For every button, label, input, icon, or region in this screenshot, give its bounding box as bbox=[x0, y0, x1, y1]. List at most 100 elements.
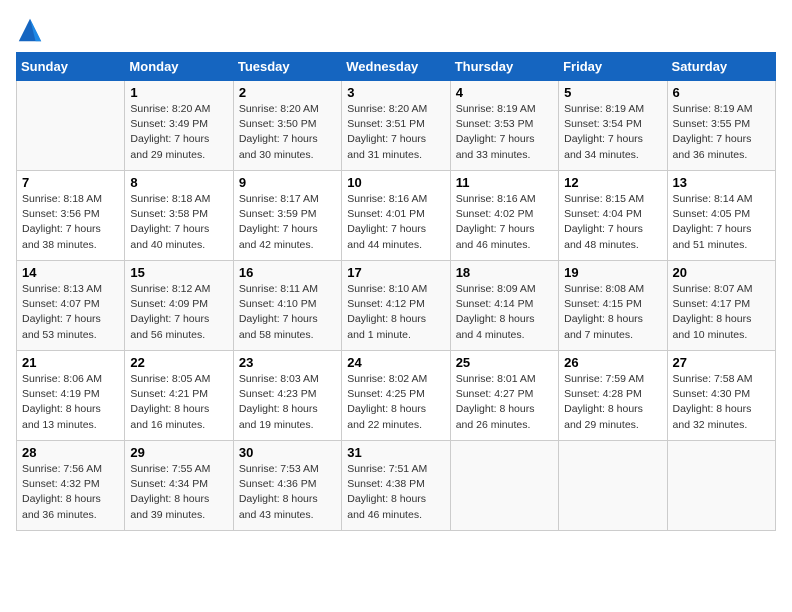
day-number: 13 bbox=[673, 175, 770, 190]
calendar-cell: 1Sunrise: 8:20 AM Sunset: 3:49 PM Daylig… bbox=[125, 81, 233, 171]
day-info: Sunrise: 8:18 AM Sunset: 3:58 PM Dayligh… bbox=[130, 192, 227, 253]
day-info: Sunrise: 7:59 AM Sunset: 4:28 PM Dayligh… bbox=[564, 372, 661, 433]
day-number: 9 bbox=[239, 175, 336, 190]
day-number: 14 bbox=[22, 265, 119, 280]
day-info: Sunrise: 7:53 AM Sunset: 4:36 PM Dayligh… bbox=[239, 462, 336, 523]
day-number: 26 bbox=[564, 355, 661, 370]
calendar-cell: 4 Sunrise: 8:19 AM Sunset: 3:53 PM Daylig… bbox=[450, 81, 558, 171]
calendar-cell: 20 Sunrise: 8:07 AM Sunset: 4:17 PM Dayli… bbox=[667, 261, 775, 351]
calendar-cell: 11 Sunrise: 8:16 AM Sunset: 4:02 PM Dayli… bbox=[450, 171, 558, 261]
calendar-cell: 24 Sunrise: 8:02 AM Sunset: 4:25 PM Dayli… bbox=[342, 351, 450, 441]
day-number: 15 bbox=[130, 265, 227, 280]
day-info: Sunrise: 8:16 AM Sunset: 4:02 PM Dayligh… bbox=[456, 192, 553, 253]
day-number: 29 bbox=[130, 445, 227, 460]
calendar-cell: 19 Sunrise: 8:08 AM Sunset: 4:15 PM Dayli… bbox=[559, 261, 667, 351]
calendar-cell: 25 Sunrise: 8:01 AM Sunset: 4:27 PM Dayli… bbox=[450, 351, 558, 441]
calendar-cell: 5 Sunrise: 8:19 AM Sunset: 3:54 PM Daylig… bbox=[559, 81, 667, 171]
calendar-cell: 31Sunrise: 7:51 AM Sunset: 4:38 PM Dayli… bbox=[342, 441, 450, 531]
day-number: 25 bbox=[456, 355, 553, 370]
calendar-cell: 26 Sunrise: 7:59 AM Sunset: 4:28 PM Dayli… bbox=[559, 351, 667, 441]
calendar-cell: 8 Sunrise: 8:18 AM Sunset: 3:58 PM Daylig… bbox=[125, 171, 233, 261]
logo bbox=[16, 16, 48, 44]
calendar-cell: 22Sunrise: 8:05 AM Sunset: 4:21 PM Dayli… bbox=[125, 351, 233, 441]
day-info: Sunrise: 7:55 AM Sunset: 4:34 PM Dayligh… bbox=[130, 462, 227, 523]
day-number: 17 bbox=[347, 265, 444, 280]
header-day-wednesday: Wednesday bbox=[342, 53, 450, 81]
calendar-cell: 27Sunrise: 7:58 AM Sunset: 4:30 PM Dayli… bbox=[667, 351, 775, 441]
day-number: 27 bbox=[673, 355, 770, 370]
header-day-thursday: Thursday bbox=[450, 53, 558, 81]
calendar-cell: 17 Sunrise: 8:10 AM Sunset: 4:12 PM Dayli… bbox=[342, 261, 450, 351]
day-info: Sunrise: 8:02 AM Sunset: 4:25 PM Dayligh… bbox=[347, 372, 444, 433]
day-number: 21 bbox=[22, 355, 119, 370]
day-number: 30 bbox=[239, 445, 336, 460]
calendar-cell: 28 Sunrise: 7:56 AM Sunset: 4:32 PM Dayli… bbox=[17, 441, 125, 531]
calendar-cell bbox=[17, 81, 125, 171]
calendar-week-4: 21 Sunrise: 8:06 AM Sunset: 4:19 PM Dayli… bbox=[17, 351, 776, 441]
calendar-cell: 15Sunrise: 8:12 AM Sunset: 4:09 PM Dayli… bbox=[125, 261, 233, 351]
calendar-cell: 12 Sunrise: 8:15 AM Sunset: 4:04 PM Dayli… bbox=[559, 171, 667, 261]
day-number: 11 bbox=[456, 175, 553, 190]
day-info: Sunrise: 8:19 AM Sunset: 3:53 PM Dayligh… bbox=[456, 102, 553, 163]
day-number: 2 bbox=[239, 85, 336, 100]
day-info: Sunrise: 8:03 AM Sunset: 4:23 PM Dayligh… bbox=[239, 372, 336, 433]
header-day-sunday: Sunday bbox=[17, 53, 125, 81]
day-info: Sunrise: 8:13 AM Sunset: 4:07 PM Dayligh… bbox=[22, 282, 119, 343]
day-info: Sunrise: 8:19 AM Sunset: 3:55 PM Dayligh… bbox=[673, 102, 770, 163]
day-info: Sunrise: 7:56 AM Sunset: 4:32 PM Dayligh… bbox=[22, 462, 119, 523]
day-number: 24 bbox=[347, 355, 444, 370]
calendar-week-1: 1Sunrise: 8:20 AM Sunset: 3:49 PM Daylig… bbox=[17, 81, 776, 171]
header-day-tuesday: Tuesday bbox=[233, 53, 341, 81]
calendar-cell: 18 Sunrise: 8:09 AM Sunset: 4:14 PM Dayli… bbox=[450, 261, 558, 351]
day-number: 16 bbox=[239, 265, 336, 280]
calendar-table: SundayMondayTuesdayWednesdayThursdayFrid… bbox=[16, 52, 776, 531]
day-info: Sunrise: 8:05 AM Sunset: 4:21 PM Dayligh… bbox=[130, 372, 227, 433]
day-number: 7 bbox=[22, 175, 119, 190]
day-number: 1 bbox=[130, 85, 227, 100]
day-info: Sunrise: 8:17 AM Sunset: 3:59 PM Dayligh… bbox=[239, 192, 336, 253]
day-number: 20 bbox=[673, 265, 770, 280]
day-info: Sunrise: 8:20 AM Sunset: 3:51 PM Dayligh… bbox=[347, 102, 444, 163]
day-number: 23 bbox=[239, 355, 336, 370]
calendar-cell: 14 Sunrise: 8:13 AM Sunset: 4:07 PM Dayli… bbox=[17, 261, 125, 351]
calendar-cell: 7 Sunrise: 8:18 AM Sunset: 3:56 PM Daylig… bbox=[17, 171, 125, 261]
calendar-cell bbox=[667, 441, 775, 531]
day-number: 4 bbox=[456, 85, 553, 100]
calendar-cell: 10Sunrise: 8:16 AM Sunset: 4:01 PM Dayli… bbox=[342, 171, 450, 261]
day-info: Sunrise: 8:16 AM Sunset: 4:01 PM Dayligh… bbox=[347, 192, 444, 253]
day-number: 12 bbox=[564, 175, 661, 190]
day-number: 19 bbox=[564, 265, 661, 280]
calendar-cell: 23 Sunrise: 8:03 AM Sunset: 4:23 PM Dayli… bbox=[233, 351, 341, 441]
calendar-week-2: 7 Sunrise: 8:18 AM Sunset: 3:56 PM Daylig… bbox=[17, 171, 776, 261]
day-info: Sunrise: 8:01 AM Sunset: 4:27 PM Dayligh… bbox=[456, 372, 553, 433]
day-number: 18 bbox=[456, 265, 553, 280]
day-number: 5 bbox=[564, 85, 661, 100]
calendar-week-3: 14 Sunrise: 8:13 AM Sunset: 4:07 PM Dayli… bbox=[17, 261, 776, 351]
day-info: Sunrise: 8:09 AM Sunset: 4:14 PM Dayligh… bbox=[456, 282, 553, 343]
header-day-monday: Monday bbox=[125, 53, 233, 81]
calendar-week-5: 28 Sunrise: 7:56 AM Sunset: 4:32 PM Dayli… bbox=[17, 441, 776, 531]
calendar-cell: 13 Sunrise: 8:14 AM Sunset: 4:05 PM Dayli… bbox=[667, 171, 775, 261]
calendar-cell: 9 Sunrise: 8:17 AM Sunset: 3:59 PM Daylig… bbox=[233, 171, 341, 261]
calendar-cell: 29 Sunrise: 7:55 AM Sunset: 4:34 PM Dayli… bbox=[125, 441, 233, 531]
header-day-saturday: Saturday bbox=[667, 53, 775, 81]
day-info: Sunrise: 7:51 AM Sunset: 4:38 PM Dayligh… bbox=[347, 462, 444, 523]
day-number: 8 bbox=[130, 175, 227, 190]
day-info: Sunrise: 8:07 AM Sunset: 4:17 PM Dayligh… bbox=[673, 282, 770, 343]
day-info: Sunrise: 8:15 AM Sunset: 4:04 PM Dayligh… bbox=[564, 192, 661, 253]
calendar-cell: 2Sunrise: 8:20 AM Sunset: 3:50 PM Daylig… bbox=[233, 81, 341, 171]
day-info: Sunrise: 8:08 AM Sunset: 4:15 PM Dayligh… bbox=[564, 282, 661, 343]
calendar-cell: 21 Sunrise: 8:06 AM Sunset: 4:19 PM Dayli… bbox=[17, 351, 125, 441]
day-info: Sunrise: 8:06 AM Sunset: 4:19 PM Dayligh… bbox=[22, 372, 119, 433]
day-number: 3 bbox=[347, 85, 444, 100]
day-info: Sunrise: 8:19 AM Sunset: 3:54 PM Dayligh… bbox=[564, 102, 661, 163]
calendar-cell: 6Sunrise: 8:19 AM Sunset: 3:55 PM Daylig… bbox=[667, 81, 775, 171]
calendar-cell bbox=[559, 441, 667, 531]
day-info: Sunrise: 8:10 AM Sunset: 4:12 PM Dayligh… bbox=[347, 282, 444, 343]
calendar-header-row: SundayMondayTuesdayWednesdayThursdayFrid… bbox=[17, 53, 776, 81]
calendar-cell: 30 Sunrise: 7:53 AM Sunset: 4:36 PM Dayli… bbox=[233, 441, 341, 531]
header-day-friday: Friday bbox=[559, 53, 667, 81]
day-number: 28 bbox=[22, 445, 119, 460]
day-info: Sunrise: 8:14 AM Sunset: 4:05 PM Dayligh… bbox=[673, 192, 770, 253]
day-info: Sunrise: 8:18 AM Sunset: 3:56 PM Dayligh… bbox=[22, 192, 119, 253]
